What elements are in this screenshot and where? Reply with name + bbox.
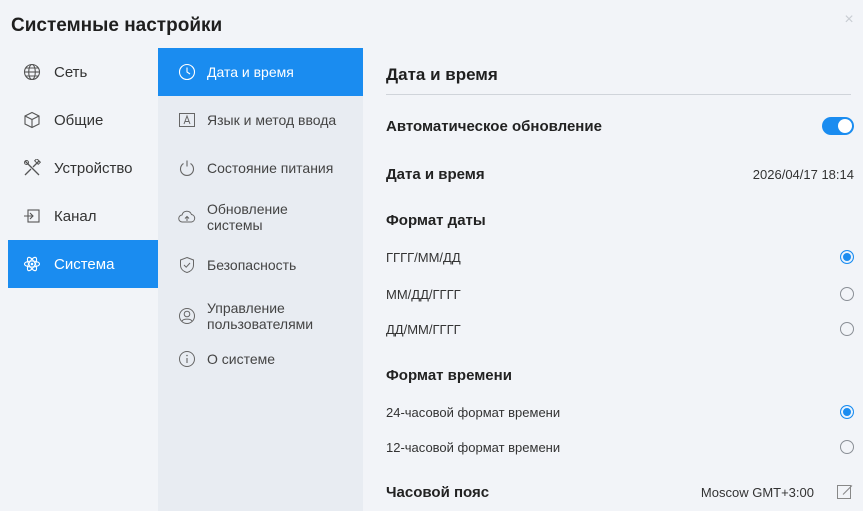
radio-selected[interactable] xyxy=(840,250,854,264)
nav-item-channel[interactable]: Канал xyxy=(8,192,158,240)
subnav-item-about[interactable]: О системе xyxy=(158,344,363,374)
radio-unselected[interactable] xyxy=(840,287,854,301)
auto-update-label: Автоматическое обновление xyxy=(386,117,602,135)
time-format-label: 12-часовой формат времени xyxy=(386,439,561,455)
power-icon xyxy=(177,158,197,178)
section-title: Дата и время xyxy=(386,65,498,84)
time-format-option[interactable]: 12-часовой формат времени xyxy=(386,436,854,458)
radio-unselected[interactable] xyxy=(840,440,854,454)
subnav-item-label: Безопасность xyxy=(207,257,297,273)
time-format-title: Формат времени xyxy=(386,366,512,384)
datetime-row[interactable]: Дата и время 2026/04/17 18:14 xyxy=(386,162,854,186)
globe-icon xyxy=(22,62,42,82)
subnav-item-label: О системе xyxy=(207,351,276,367)
window-title: Системные настройки xyxy=(11,15,223,36)
subnav-item-label: Состояние питания xyxy=(207,160,334,176)
nav-item-network[interactable]: Сеть xyxy=(8,48,158,96)
subnav-item-label: Дата и время xyxy=(207,64,294,80)
nav-item-label: Сеть xyxy=(54,63,88,81)
time-format-header: Формат времени xyxy=(386,363,854,387)
time-format-option[interactable]: 24-часовой формат времени xyxy=(386,401,854,423)
input-icon xyxy=(22,206,42,226)
date-format-label: ДД/ММ/ГГГГ xyxy=(386,321,461,337)
subnav-item-label: Управление пользователями xyxy=(207,300,314,332)
nav-item-system[interactable]: Система xyxy=(8,240,158,288)
info-icon xyxy=(177,349,197,369)
title-bar: Системные настройки × xyxy=(0,0,863,44)
auto-update-row: Автоматическое обновление xyxy=(386,114,854,138)
subnav-item-label: Обновление системы xyxy=(207,201,288,233)
radio-selected[interactable] xyxy=(840,405,854,419)
close-icon[interactable]: × xyxy=(841,12,857,28)
datetime-label: Дата и время xyxy=(386,165,485,183)
date-time-panel: Дата и время Автоматическое обновление Д… xyxy=(363,48,863,511)
subnav-item-system-update[interactable]: Обновление системы xyxy=(158,192,363,242)
shield-icon xyxy=(177,255,197,275)
nav-item-label: Общие xyxy=(54,111,104,129)
subnav-item-date-time[interactable]: Дата и время xyxy=(158,48,363,96)
date-format-option[interactable]: ДД/ММ/ГГГГ xyxy=(386,318,854,340)
subnav-item-language[interactable]: Язык и метод ввода xyxy=(158,96,363,144)
date-format-header: Формат даты xyxy=(386,208,854,232)
nav-item-label: Устройство xyxy=(54,159,133,177)
date-format-label: ГГГГ/ММ/ДД xyxy=(386,249,461,265)
subnav-item-power[interactable]: Состояние питания xyxy=(158,144,363,192)
atom-icon xyxy=(22,254,42,274)
cloud-upload-icon xyxy=(177,207,197,227)
radio-unselected[interactable] xyxy=(840,322,854,336)
date-format-option[interactable]: ММ/ДД/ГГГГ xyxy=(386,283,854,305)
nav-item-label: Канал xyxy=(54,207,97,225)
clock-icon xyxy=(177,62,197,82)
tools-icon xyxy=(22,158,42,178)
date-format-title: Формат даты xyxy=(386,211,486,229)
category-nav: Сеть Общие Устройство Канал Система xyxy=(8,48,158,511)
language-icon xyxy=(177,110,197,130)
cube-icon xyxy=(22,110,42,130)
timezone-label: Часовой пояс xyxy=(386,483,490,501)
date-format-option[interactable]: ГГГГ/ММ/ДД xyxy=(386,246,854,268)
divider xyxy=(386,94,851,95)
date-format-label: ММ/ДД/ГГГГ xyxy=(386,286,461,302)
nav-item-label: Система xyxy=(54,255,115,273)
settings-window: Системные настройки × Сеть Общие Устройс… xyxy=(0,0,863,511)
timezone-value: Moscow GMT+3:00 xyxy=(700,484,814,500)
nav-item-general[interactable]: Общие xyxy=(8,96,158,144)
time-format-label: 24-часовой формат времени xyxy=(386,404,561,420)
nav-item-device[interactable]: Устройство xyxy=(8,144,158,192)
subcategory-nav: Дата и время Язык и метод ввода Состояни… xyxy=(158,48,363,511)
subnav-item-security[interactable]: Безопасность xyxy=(158,242,363,288)
timezone-row[interactable]: Часовой пояс Moscow GMT+3:00 xyxy=(386,480,854,504)
subnav-item-user-management[interactable]: Управление пользователями xyxy=(158,288,363,344)
subnav-item-label: Язык и метод ввода xyxy=(207,112,337,128)
edit-icon[interactable] xyxy=(836,483,854,501)
auto-update-toggle[interactable] xyxy=(822,117,854,135)
user-icon xyxy=(177,306,197,326)
datetime-value: 2026/04/17 18:14 xyxy=(752,166,854,182)
timezone-right: Moscow GMT+3:00 xyxy=(701,483,854,501)
